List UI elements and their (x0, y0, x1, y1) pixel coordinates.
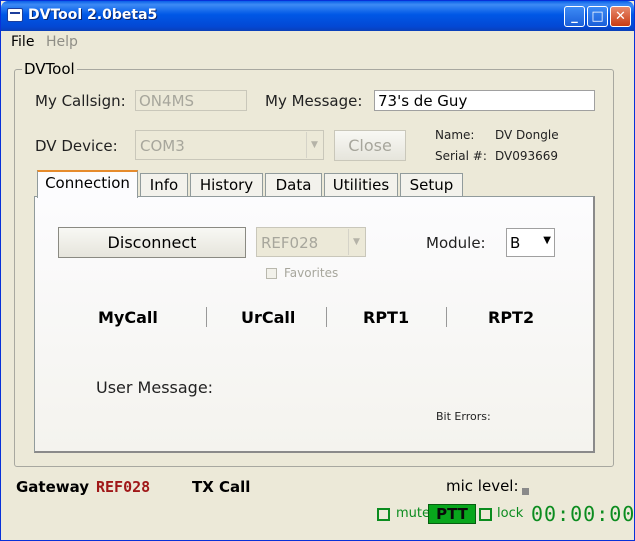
menu-file[interactable]: File (11, 34, 34, 50)
tab-connection[interactable]: Connection (37, 170, 138, 198)
group-title: DVTool (22, 60, 77, 78)
chevron-down-icon[interactable]: ▼ (306, 132, 322, 158)
bit-errors-label: Bit Errors: (436, 410, 491, 423)
dongle-name-value: DV Dongle (495, 128, 559, 142)
tab-history[interactable]: History (190, 173, 263, 197)
mycall-header: MyCall (98, 308, 158, 327)
dongle-serial-label: Serial #: (435, 149, 487, 163)
chevron-down-icon[interactable]: ▼ (543, 235, 551, 246)
ptt-button[interactable]: PTT (428, 504, 476, 524)
menu-bar: File Help (1, 31, 634, 53)
dvtool-window: DVTool 2.0beta5 _ □ ✕ File Help DVTool M… (0, 0, 635, 541)
mute-label: mute (396, 506, 430, 521)
lock-checkbox[interactable] (479, 508, 492, 521)
title-bar[interactable]: DVTool 2.0beta5 _ □ ✕ (1, 1, 634, 31)
header-divider (326, 307, 327, 327)
module-label: Module: (426, 234, 486, 252)
tx-call-label: TX Call (192, 478, 251, 496)
close-device-button[interactable]: Close (334, 130, 406, 161)
header-divider (206, 307, 207, 327)
user-message-label: User Message: (96, 378, 214, 397)
favorites-checkbox[interactable] (266, 268, 277, 279)
device-value: COM3 (140, 137, 185, 155)
callsign-label: My Callsign: (35, 92, 126, 110)
message-field[interactable]: 73's de Guy (374, 90, 595, 111)
menu-help[interactable]: Help (46, 34, 78, 50)
chevron-down-icon[interactable]: ▼ (348, 229, 364, 255)
lock-label: lock (497, 506, 524, 521)
tab-setup[interactable]: Setup (400, 173, 463, 197)
rpt2-header: RPT2 (488, 308, 535, 327)
tab-info[interactable]: Info (140, 173, 188, 197)
dongle-serial-value: DV093669 (495, 149, 559, 163)
window-title: DVTool 2.0beta5 (28, 7, 158, 23)
transmit-timer: 00:00:00 (531, 502, 635, 526)
header-divider (446, 307, 447, 327)
dongle-name-label: Name: (435, 128, 475, 142)
module-value: B (510, 234, 521, 252)
mic-level-indicator (522, 488, 529, 495)
device-combo[interactable]: COM3 ▼ (135, 130, 324, 160)
favorites-label: Favorites (284, 266, 339, 280)
mic-level-label: mic level: (446, 477, 519, 495)
rpt1-header: RPT1 (363, 308, 410, 327)
device-label: DV Device: (35, 137, 118, 155)
tab-data[interactable]: Data (265, 173, 322, 197)
callsign-field[interactable]: ON4MS (135, 90, 247, 111)
tab-utilities[interactable]: Utilities (324, 173, 398, 197)
reflector-value: REF028 (261, 234, 319, 252)
urcall-header: UrCall (241, 308, 296, 327)
app-icon (7, 8, 23, 22)
mute-checkbox[interactable] (377, 508, 390, 521)
message-label: My Message: (265, 92, 363, 110)
maximize-button[interactable]: □ (587, 6, 608, 27)
reflector-combo[interactable]: REF028 ▼ (256, 227, 366, 257)
gateway-label: Gateway (16, 478, 90, 496)
close-window-button[interactable]: ✕ (610, 6, 631, 27)
module-combo[interactable]: B ▼ (506, 228, 555, 257)
gateway-value: REF028 (96, 478, 151, 496)
disconnect-button[interactable]: Disconnect (58, 227, 246, 258)
minimize-button[interactable]: _ (564, 6, 585, 27)
